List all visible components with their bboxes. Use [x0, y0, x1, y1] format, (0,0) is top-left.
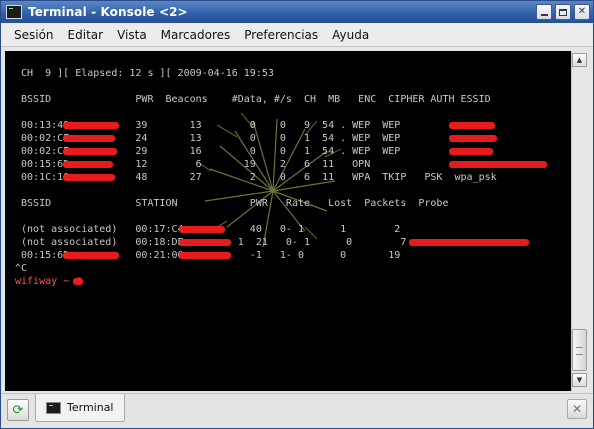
tab-label: Terminal	[67, 401, 114, 414]
redaction-mark	[63, 122, 119, 129]
redaction-mark	[63, 148, 117, 155]
window-title: Terminal - Konsole <2>	[28, 5, 188, 19]
prompt-host: wifiway	[15, 276, 58, 287]
maximize-icon	[559, 8, 567, 16]
redaction-mark	[179, 252, 231, 259]
redaction-mark	[63, 174, 115, 181]
menu-marcadores[interactable]: Marcadores	[154, 24, 238, 46]
close-button[interactable]: ✕	[574, 4, 590, 20]
minimize-icon	[540, 14, 548, 16]
terminal-app-icon[interactable]	[6, 5, 22, 19]
new-tab-icon: ⟳	[12, 402, 24, 418]
new-tab-button[interactable]: ⟳	[7, 399, 29, 421]
scroll-up-arrow-icon[interactable]: ▲	[572, 53, 587, 67]
menu-editar[interactable]: Editar	[61, 24, 111, 46]
redaction-mark	[449, 135, 497, 142]
redaction-mark	[409, 239, 529, 246]
scroll-down-arrow-icon[interactable]: ▼	[572, 373, 587, 387]
maximize-button[interactable]	[555, 4, 571, 20]
terminal-line: BSSID STATION PWR Rate Lost Packets Prob…	[15, 198, 449, 209]
redaction-mark	[449, 161, 547, 168]
terminal-line: CH 9 ][ Elapsed: 12 s ][ 2009-04-16 19:5…	[15, 68, 274, 79]
tab-bar: ⟳ Terminal ✕	[1, 393, 593, 428]
close-tab-icon: ✕	[571, 402, 583, 416]
redaction-mark	[179, 239, 231, 246]
menu-sesion[interactable]: Sesión	[7, 24, 61, 46]
menu-preferencias[interactable]: Preferencias	[237, 24, 325, 46]
redaction-mark	[179, 226, 225, 233]
close-icon: ✕	[577, 6, 587, 17]
title-bar[interactable]: Terminal - Konsole <2> ✕	[1, 1, 593, 23]
menu-ayuda[interactable]: Ayuda	[325, 24, 376, 46]
redaction-mark	[73, 278, 83, 285]
redaction-mark	[63, 135, 115, 142]
redaction-mark	[449, 122, 495, 129]
terminal-prompt: wifiway ~ #	[15, 275, 81, 288]
scroll-thumb[interactable]	[572, 329, 587, 371]
tab-terminal[interactable]: Terminal	[35, 394, 125, 422]
vertical-scrollbar[interactable]: ▲ ▼	[571, 51, 587, 391]
konsole-window: Terminal - Konsole <2> ✕ Sesión Editar V…	[0, 0, 594, 429]
terminal-output[interactable]: CH 9 ][ Elapsed: 12 s ][ 2009-04-16 19:5…	[5, 51, 571, 391]
redaction-mark	[63, 161, 113, 168]
terminal-line: ^C	[15, 263, 28, 274]
close-tab-button[interactable]: ✕	[567, 399, 587, 419]
minimize-button[interactable]	[536, 4, 552, 20]
terminal-icon	[46, 401, 61, 414]
redaction-mark	[63, 252, 119, 259]
redaction-mark	[449, 148, 493, 155]
menu-bar: Sesión Editar Vista Marcadores Preferenc…	[1, 23, 593, 47]
terminal-line: BSSID PWR Beacons #Data, #/s CH MB ENC C…	[15, 94, 491, 105]
menu-vista[interactable]: Vista	[110, 24, 154, 46]
